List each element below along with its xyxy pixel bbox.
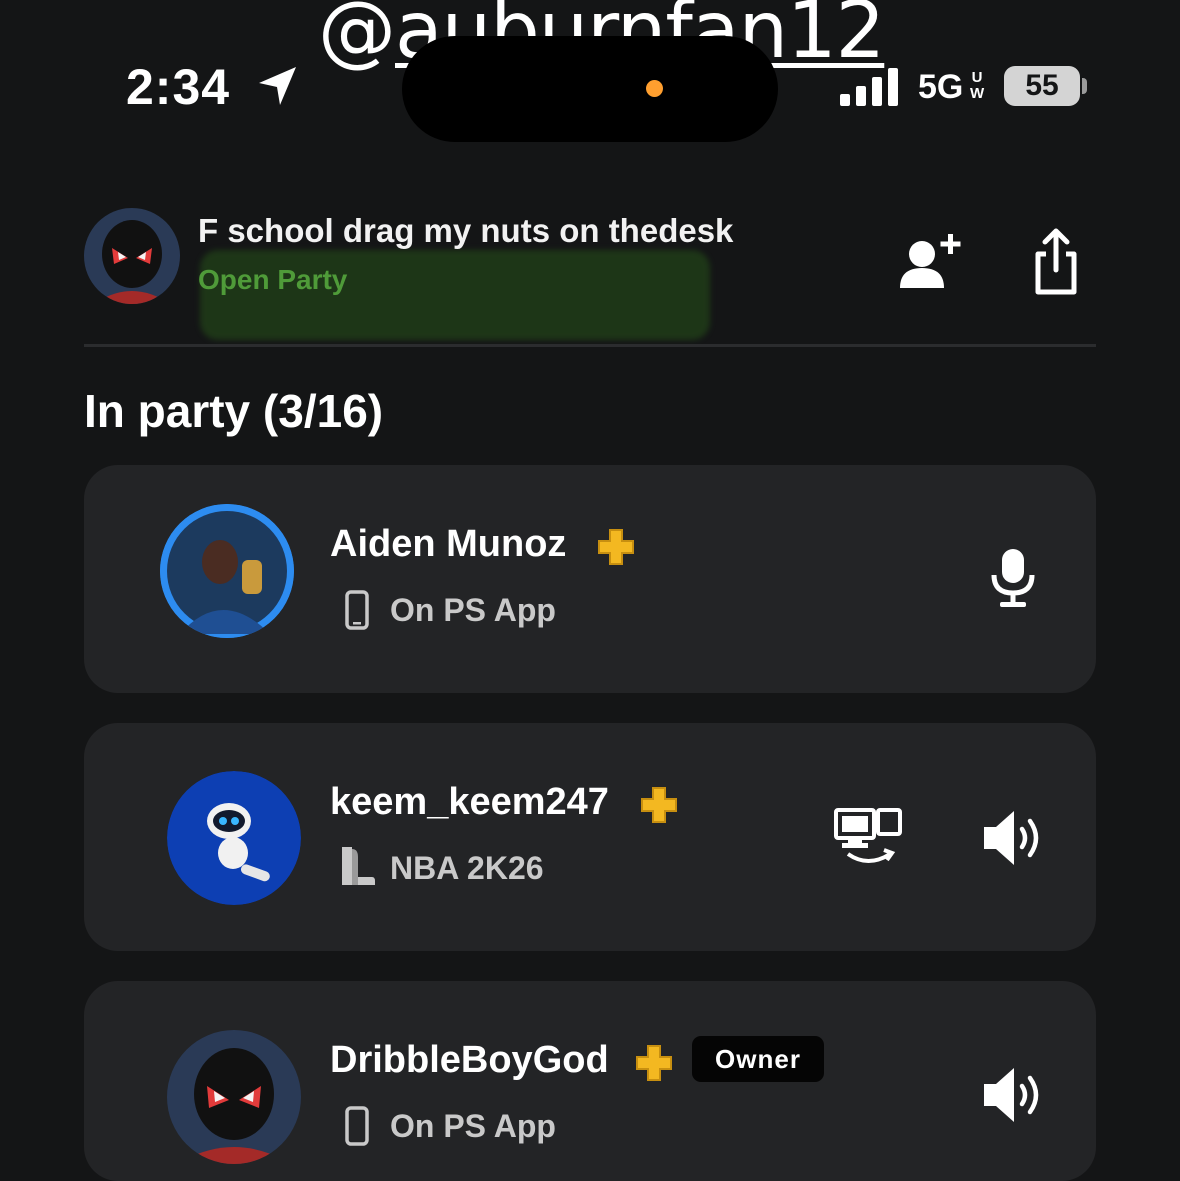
network-badge: U W: [970, 70, 984, 102]
party-name: F school drag my nuts on thedesk: [198, 212, 734, 249]
ps-plus-icon: [636, 1045, 672, 1081]
status-time: 2:34: [126, 59, 231, 115]
remote-play-icon[interactable]: [834, 806, 904, 868]
member-name: Aiden Munoz: [330, 523, 567, 565]
astro-bot-avatar-icon: [167, 771, 301, 905]
dynamic-island: [402, 36, 778, 142]
avatar[interactable]: [160, 504, 294, 638]
location-arrow-icon: [259, 67, 296, 105]
header-divider: [84, 344, 1096, 347]
ps5-console-icon: [342, 847, 375, 885]
phone-icon: [345, 1106, 369, 1146]
speaker-icon[interactable]: [982, 1064, 1044, 1126]
network-badge-top: U: [971, 69, 983, 86]
spider-avatar-icon: [167, 1030, 301, 1164]
player-avatar-icon: [160, 504, 294, 638]
battery-level: 55: [1004, 66, 1080, 106]
cellular-signal-icon: [840, 68, 898, 106]
owner-badge: Owner: [692, 1036, 824, 1082]
camera-indicator-dot: [646, 80, 663, 97]
ps-plus-icon: [598, 529, 634, 565]
members-section-title: In party (3/16): [84, 385, 384, 437]
party-avatar[interactable]: [84, 208, 180, 304]
speaker-icon[interactable]: [982, 807, 1044, 869]
battery-cap: [1082, 78, 1087, 94]
party-status: Open Party: [198, 264, 348, 295]
member-activity: NBA 2K26: [390, 850, 544, 886]
share-button[interactable]: [1026, 226, 1086, 296]
network-badge-bottom: W: [970, 85, 985, 102]
avatar[interactable]: [167, 1030, 301, 1164]
network-type: 5G: [918, 68, 964, 106]
caption-at: @: [318, 0, 396, 76]
member-name: DribbleBoyGod: [330, 1039, 609, 1081]
microphone-icon[interactable]: [982, 547, 1044, 609]
member-name: keem_keem247: [330, 781, 609, 823]
phone-icon: [345, 590, 369, 630]
member-activity: On PS App: [390, 592, 556, 628]
invite-player-button[interactable]: [896, 228, 966, 294]
avatar[interactable]: [167, 771, 301, 905]
ps-plus-icon: [641, 787, 677, 823]
spider-avatar-icon: [84, 208, 180, 304]
member-activity: On PS App: [390, 1108, 556, 1144]
